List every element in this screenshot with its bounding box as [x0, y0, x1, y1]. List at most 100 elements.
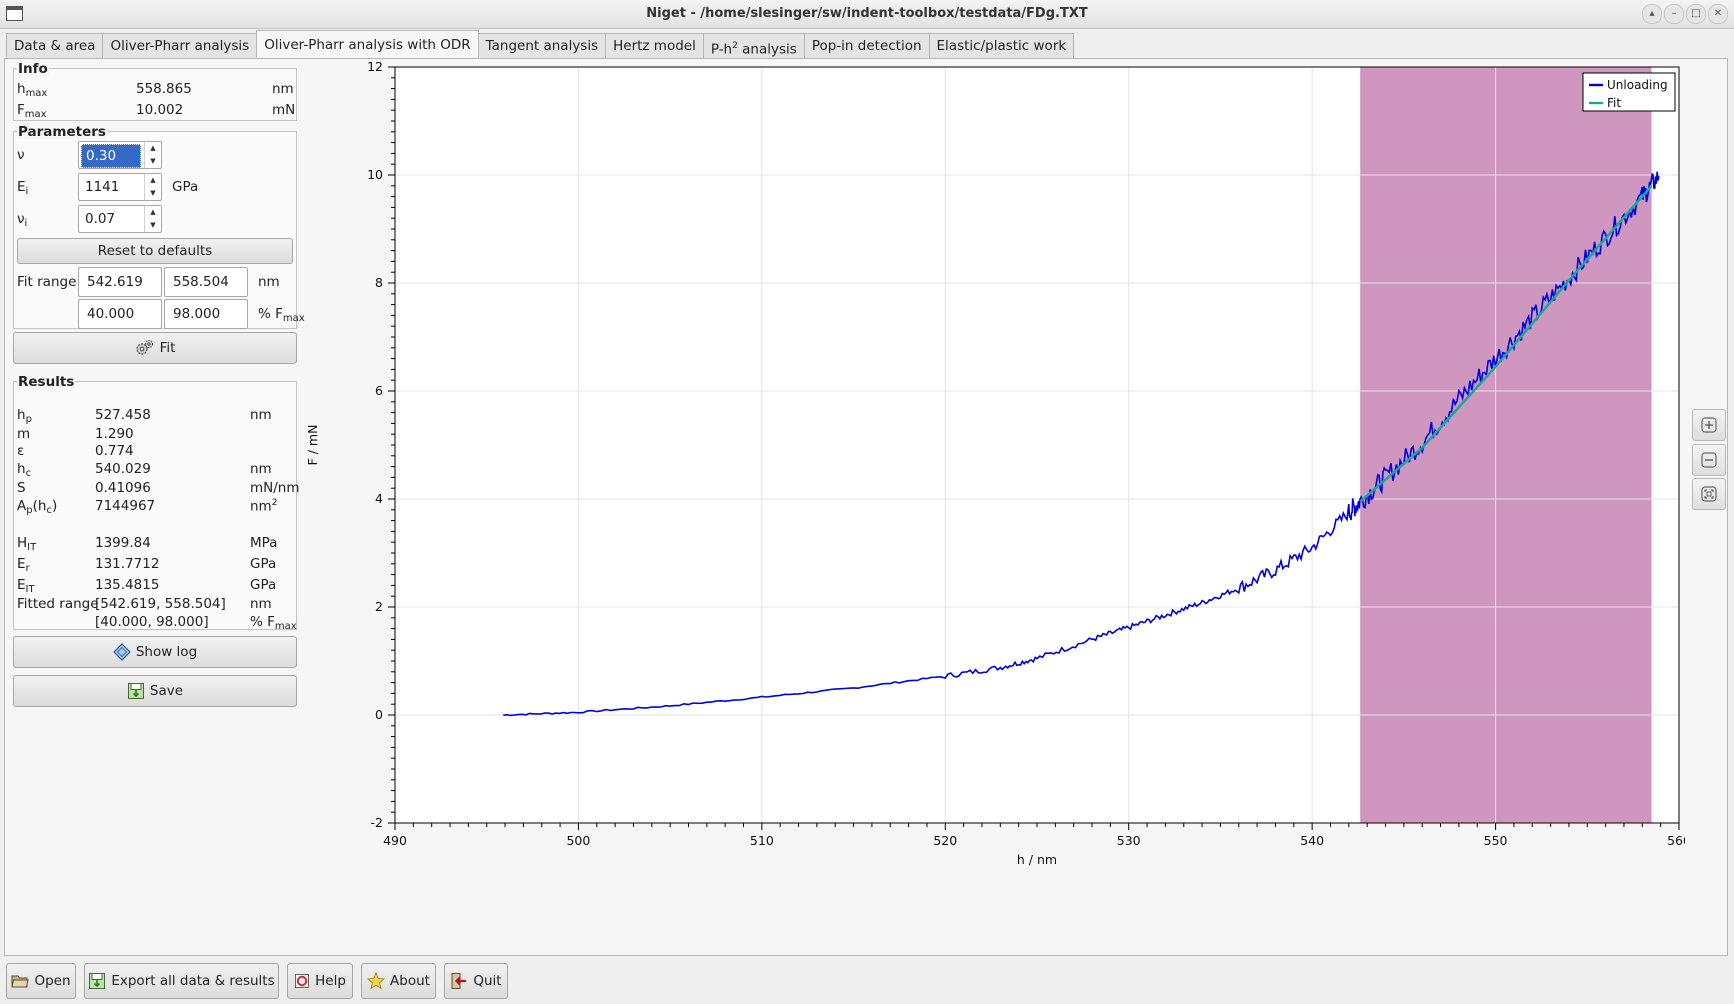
hit-label: HIT: [17, 535, 37, 553]
er-label: Er: [17, 556, 30, 574]
x-tick-label: 530: [1117, 833, 1141, 848]
fit-range-highlight: [1360, 67, 1652, 823]
tab-p-h2[interactable]: P-h2 analysis: [702, 33, 805, 58]
fit-button[interactable]: Fit: [13, 332, 297, 364]
spin-down-icon[interactable]: ▼: [145, 155, 161, 168]
force-depth-chart[interactable]: 490 500 510 520 530 540 550 560 -2 0 2 4 6 8 10 12 h / n…: [305, 59, 1691, 955]
spin-up-icon[interactable]: ▲: [145, 142, 161, 155]
tab-label-suffix: analysis: [737, 41, 797, 58]
nu-input[interactable]: [81, 144, 141, 168]
zoom-out-button[interactable]: [1692, 444, 1726, 476]
hc-label: hc: [17, 461, 32, 479]
eps-label: ε: [17, 443, 25, 459]
info-title: Info: [17, 61, 49, 77]
y-tick-label: 4: [375, 491, 383, 506]
nui-spinbox[interactable]: ▲▼: [78, 205, 162, 233]
results-group: Results hp 527.458 nm m 1.290 ε 0.774 hc…: [13, 375, 300, 632]
bottom-toolbar: Open Export all data & results Help Abou…: [0, 958, 1734, 1004]
fit-pct-to-field[interactable]: [165, 300, 247, 328]
export-all-button[interactable]: Export all data & results: [84, 963, 279, 999]
plot-area[interactable]: 490 500 510 520 530 540 550 560 -2 0 2 4 6 8 10 12 h / n…: [305, 59, 1691, 955]
info-group: Info hmax 558.865 nm Fmax 10.002 mN: [13, 62, 297, 121]
fit-range-to-input[interactable]: [164, 267, 248, 297]
hmax-label: hmax: [17, 81, 48, 99]
help-icon: [295, 974, 310, 988]
open-button[interactable]: Open: [6, 963, 76, 999]
diamond-icon: [112, 643, 131, 661]
tab-elastic-plastic[interactable]: Elastic/plastic work: [928, 33, 1075, 58]
window-close-icon[interactable]: ✕: [1708, 4, 1728, 24]
y-tick-label: 10: [367, 167, 383, 182]
y-tick-label: -2: [371, 815, 383, 830]
save-label: Save: [149, 683, 184, 699]
about-label: About: [390, 973, 430, 989]
fmax-label: Fmax: [17, 102, 47, 120]
hit-unit: MPa: [250, 535, 278, 551]
s-label: S: [17, 480, 26, 496]
about-button[interactable]: About: [361, 963, 436, 999]
fitted-range-pct: [40.000, 98.000]: [95, 614, 209, 630]
ei-spin-arrows[interactable]: ▲ ▼: [144, 174, 161, 200]
star-icon: [367, 972, 386, 990]
spin-down-icon[interactable]: ▼: [145, 219, 161, 232]
open-label: Open: [34, 973, 71, 989]
window-controls: ▴ – □ ✕: [1642, 4, 1728, 24]
export-icon: [89, 973, 106, 989]
ap-unit: nm2: [250, 498, 278, 515]
tab-oliver-pharr-odr[interactable]: Oliver-Pharr analysis with ODR: [256, 30, 479, 58]
exit-icon: [451, 973, 467, 989]
y-tick-label: 8: [375, 275, 383, 290]
fmax-unit: mN: [272, 102, 296, 118]
spin-up-icon[interactable]: ▲: [145, 174, 161, 187]
folder-open-icon: [11, 975, 30, 988]
tab-content: Info hmax 558.865 nm Fmax 10.002 mN Para…: [4, 58, 1728, 956]
window-up-icon[interactable]: ▴: [1642, 4, 1662, 24]
fitted-range-nm-unit: nm: [250, 596, 272, 612]
ei-unit: GPa: [172, 179, 199, 195]
fitted-range-label: Fitted range: [17, 596, 99, 612]
zoom-fit-button[interactable]: [1692, 478, 1726, 510]
save-button[interactable]: Save: [13, 675, 297, 707]
zoom-in-button[interactable]: [1692, 409, 1726, 441]
tab-data-area[interactable]: Data & area: [6, 33, 104, 58]
fit-range-from-field[interactable]: [79, 268, 161, 296]
hp-label: hp: [17, 407, 32, 425]
fit-pct-to-input[interactable]: [164, 299, 248, 329]
reset-defaults-button[interactable]: Reset to defaults: [17, 238, 293, 264]
spin-up-icon[interactable]: ▲: [145, 206, 161, 219]
tab-hertz[interactable]: Hertz model: [605, 33, 704, 58]
x-tick-label: 540: [1300, 833, 1324, 848]
ei-label: Ei: [17, 179, 29, 197]
window-minimize-icon[interactable]: –: [1664, 4, 1684, 24]
save-icon: [127, 683, 144, 699]
fit-pct-unit: % Fmax: [258, 306, 305, 324]
tab-pop-in[interactable]: Pop-in detection: [803, 33, 930, 58]
window-maximize-icon[interactable]: □: [1686, 4, 1706, 24]
y-tick-label: 0: [375, 707, 383, 722]
m-value: 1.290: [95, 426, 134, 442]
nu-label: ν: [17, 147, 25, 163]
title-bar: Niget - /home/slesinger/sw/indent-toolbo…: [0, 0, 1734, 29]
nu-spin-arrows[interactable]: ▲ ▼: [144, 142, 161, 168]
nui-spin-arrows[interactable]: ▲ ▼: [144, 206, 161, 232]
tab-tangent[interactable]: Tangent analysis: [477, 33, 607, 58]
hp-unit: nm: [250, 407, 272, 423]
show-log-button[interactable]: Show log: [13, 636, 297, 668]
fit-pct-from-field[interactable]: [79, 300, 161, 328]
x-tick-label: 520: [933, 833, 957, 848]
quit-button[interactable]: Quit: [444, 963, 508, 999]
fit-range-from-input[interactable]: [78, 267, 162, 297]
tab-oliver-pharr[interactable]: Oliver-Pharr analysis: [102, 33, 258, 58]
spin-down-icon[interactable]: ▼: [145, 187, 161, 200]
eit-value: 135.4815: [95, 577, 160, 593]
ei-spinbox[interactable]: ▲▼: [78, 173, 162, 201]
nu-spinbox[interactable]: ▲▼: [78, 141, 162, 169]
y-tick-label: 2: [375, 599, 383, 614]
nui-label: νi: [17, 211, 28, 229]
fit-range-unit: nm: [258, 274, 280, 290]
tab-label: Hertz model: [613, 38, 696, 54]
fit-range-to-field[interactable]: [165, 268, 247, 296]
tab-label: P-h: [710, 41, 733, 58]
fit-pct-from-input[interactable]: [78, 299, 162, 329]
help-button[interactable]: Help: [287, 963, 353, 999]
